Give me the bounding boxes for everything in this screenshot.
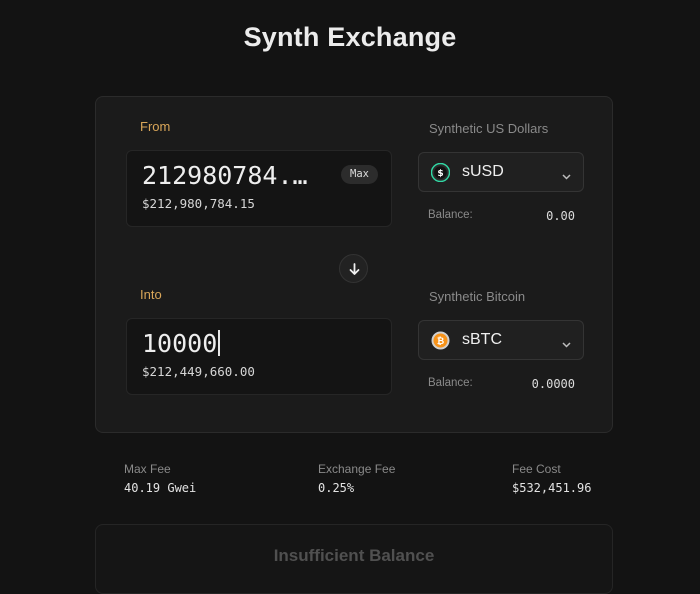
into-balance-label: Balance: xyxy=(428,377,473,389)
from-balance-value: 0.00 xyxy=(546,209,575,223)
fee-cost-value: $532,451.96 xyxy=(512,481,592,495)
into-balance-value: 0.0000 xyxy=(531,377,575,391)
max-button[interactable]: Max xyxy=(341,165,378,184)
from-usd-value: $212,980,784.15 xyxy=(142,196,255,211)
max-fee-value: 40.19 Gwei xyxy=(124,481,197,495)
into-amount-input[interactable]: 10000 xyxy=(142,329,220,358)
chevron-down-icon xyxy=(562,336,571,348)
into-label: Into xyxy=(140,287,162,302)
into-token-symbol: sBTC xyxy=(462,331,502,348)
exchange-fee-value: 0.25% xyxy=(318,481,355,495)
fee-cost-label: Fee Cost xyxy=(512,462,561,476)
dollar-coin-icon: $ xyxy=(430,162,451,183)
from-balance-label: Balance: xyxy=(428,209,473,221)
from-token-select[interactable]: $ sUSD xyxy=(418,152,584,192)
from-token-full-name: Synthetic US Dollars xyxy=(429,121,549,136)
page-title: Synth Exchange xyxy=(243,22,457,52)
into-amount-text: 10000 xyxy=(142,329,218,358)
text-caret xyxy=(218,330,220,356)
exchange-fee-label: Exchange Fee xyxy=(318,462,396,476)
into-token-full-name: Synthetic Bitcoin xyxy=(429,289,526,304)
into-token-select[interactable]: ₿ sBTC xyxy=(418,320,584,360)
swap-direction-button[interactable] xyxy=(339,254,368,283)
from-label: From xyxy=(140,119,171,134)
arrow-down-icon xyxy=(349,263,360,275)
bitcoin-icon: ₿ xyxy=(431,331,450,350)
max-fee-label: Max Fee xyxy=(124,462,171,476)
from-amount-box[interactable]: 212980784.… Max $212,980,784.15 xyxy=(126,150,392,227)
svg-text:₿: ₿ xyxy=(437,336,444,347)
submit-button[interactable]: Insufficient Balance xyxy=(95,524,613,594)
submit-button-label: Insufficient Balance xyxy=(273,546,435,565)
into-usd-value: $212,449,660.00 xyxy=(142,364,255,379)
chevron-down-icon xyxy=(562,168,571,180)
from-token-symbol: sUSD xyxy=(462,163,504,180)
exchange-card: From Synthetic US Dollars 212980784.… Ma… xyxy=(95,96,613,433)
svg-text:$: $ xyxy=(437,169,443,179)
into-amount-box[interactable]: 10000 $212,449,660.00 xyxy=(126,318,392,395)
from-amount-input[interactable]: 212980784.… xyxy=(142,161,308,190)
